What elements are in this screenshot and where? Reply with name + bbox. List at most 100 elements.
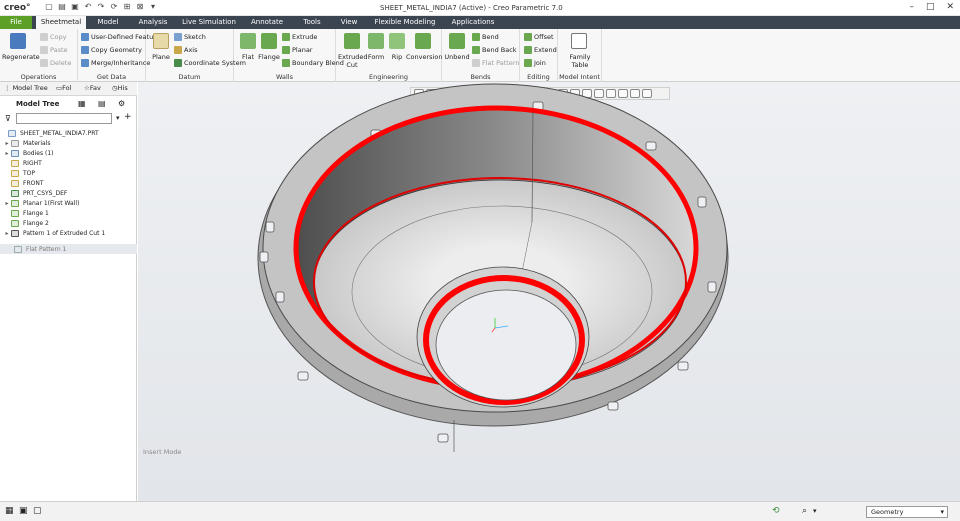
- tab-history[interactable]: ◷His: [112, 84, 128, 92]
- plane-button[interactable]: Plane: [148, 53, 174, 61]
- regen-status-icon[interactable]: ⟲: [772, 506, 780, 516]
- join-icon: [524, 59, 532, 67]
- close-icon[interactable]: ✕: [946, 2, 954, 12]
- tab-live-simulation[interactable]: Live Simulation: [180, 16, 238, 29]
- tree-expander-icon[interactable]: ▸: [3, 230, 11, 237]
- planar-button[interactable]: Planar: [282, 46, 312, 54]
- copy-button[interactable]: Copy: [40, 33, 67, 41]
- insert-here-row[interactable]: Flat Pattern 1: [0, 244, 137, 254]
- fullscreen-icon[interactable]: ▢: [33, 506, 42, 516]
- bend-button[interactable]: Bend: [472, 33, 499, 41]
- tree-item[interactable]: ▸ Materials: [0, 138, 137, 148]
- selection-filter-select[interactable]: Geometry ▾: [866, 506, 948, 518]
- regenerate-small-icon[interactable]: ⟳: [109, 2, 119, 11]
- paste-button[interactable]: Paste: [40, 46, 68, 54]
- tab-analysis[interactable]: Analysis: [132, 16, 174, 29]
- browser-icon[interactable]: ▣: [19, 506, 28, 516]
- copy-geometry-button[interactable]: Copy Geometry: [81, 46, 142, 54]
- group-operations: Regenerate Copy Paste Delete Operations: [0, 29, 78, 82]
- tab-sheetmetal[interactable]: Sheetmetal: [36, 16, 86, 29]
- tab-view[interactable]: View: [334, 16, 364, 29]
- tab-annotate[interactable]: Annotate: [244, 16, 290, 29]
- tree-item[interactable]: ▸ Pattern 1 of Extruded Cut 1: [0, 228, 137, 238]
- tree-item-label: Flange 2: [23, 219, 49, 227]
- new-file-icon[interactable]: ▢: [44, 2, 54, 11]
- tree-item[interactable]: ▸ Bodies (1): [0, 148, 137, 158]
- udf-icon: [81, 33, 89, 41]
- plane-icon: [153, 33, 169, 49]
- regenerate-button[interactable]: Regenerate: [2, 53, 40, 61]
- group-label: Datum: [178, 73, 201, 81]
- settings-icon[interactable]: ⚙: [118, 99, 125, 108]
- save-icon[interactable]: ▣: [70, 2, 80, 11]
- extrude-icon: [282, 33, 290, 41]
- tree-expander-icon[interactable]: ▸: [3, 140, 11, 147]
- delete-button[interactable]: Delete: [40, 59, 71, 67]
- tree-item[interactable]: Flange 2: [0, 218, 137, 228]
- find-icon[interactable]: ⌕: [802, 506, 807, 516]
- tab-tools[interactable]: Tools: [296, 16, 328, 29]
- conversion-button[interactable]: Conversion: [406, 53, 442, 61]
- tab-folder-browser[interactable]: ▭Fol: [56, 84, 71, 92]
- bend-back-button[interactable]: Bend Back: [472, 46, 517, 54]
- sheet-metal-part[interactable]: [138, 82, 960, 501]
- tab-file[interactable]: File: [0, 16, 32, 29]
- delete-icon: [40, 59, 48, 67]
- tree-item[interactable]: SHEET_METAL_INDIA7.PRT: [0, 128, 137, 138]
- tree-item[interactable]: RIGHT: [0, 158, 137, 168]
- tree-item[interactable]: PRT_CSYS_DEF: [0, 188, 137, 198]
- tree-expander-icon[interactable]: ▸: [3, 200, 11, 207]
- axis-button[interactable]: Axis: [174, 46, 198, 54]
- maximize-icon[interactable]: □: [926, 2, 935, 12]
- extend-button[interactable]: Extend: [524, 46, 557, 54]
- join-button[interactable]: Join: [524, 59, 546, 67]
- group-datum: Plane Sketch Axis Coordinate System Datu…: [146, 29, 246, 82]
- feature-icon: [11, 149, 19, 157]
- windows-icon[interactable]: ⊞: [122, 2, 132, 11]
- redo-icon[interactable]: ↷: [96, 2, 106, 11]
- tree-item-label: SHEET_METAL_INDIA7.PRT: [20, 129, 99, 137]
- minimize-icon[interactable]: –: [909, 2, 914, 12]
- tree-header-title: Model Tree: [16, 100, 60, 108]
- flange-button[interactable]: Flange: [257, 53, 281, 61]
- offset-button[interactable]: Offset: [524, 33, 554, 41]
- open-file-icon[interactable]: ▤: [57, 2, 67, 11]
- tab-model[interactable]: Model: [90, 16, 126, 29]
- merge-inheritance-button[interactable]: Merge/Inheritance: [81, 59, 150, 67]
- layout-icon[interactable]: ▦: [5, 506, 14, 516]
- filter-icon: ⊽: [5, 114, 11, 123]
- axis-icon: [174, 46, 182, 54]
- center-hole: [435, 289, 577, 401]
- tab-model-tree[interactable]: ⋮ Model Tree: [4, 84, 48, 92]
- tab-favorites[interactable]: ☆Fav: [84, 84, 101, 92]
- unbend-button[interactable]: Unbend: [443, 53, 471, 61]
- tree-item[interactable]: TOP: [0, 168, 137, 178]
- rip-icon: [389, 33, 405, 49]
- extrude-button[interactable]: Extrude: [282, 33, 317, 41]
- group-label: Bends: [470, 73, 491, 81]
- tab-applications[interactable]: Applications: [446, 16, 500, 29]
- insert-mode-label: Insert Mode: [143, 448, 182, 456]
- flat-pattern-button[interactable]: Flat Pattern: [472, 59, 520, 67]
- tree-item[interactable]: ▸ Planar 1(First Wall): [0, 198, 137, 208]
- family-table-button[interactable]: Family Table: [562, 53, 598, 69]
- add-icon[interactable]: +: [124, 112, 132, 122]
- group-model-intent: Family Table Model Intent: [558, 29, 602, 82]
- extruded-cut-button[interactable]: Extruded Cut: [338, 53, 368, 69]
- tab-flexible-modeling[interactable]: Flexible Modeling: [370, 16, 440, 29]
- search-dropdown-icon[interactable]: ▾: [116, 114, 120, 122]
- tree-expander-icon[interactable]: ▸: [3, 150, 11, 157]
- tree-filters-icon[interactable]: ▦: [78, 99, 86, 108]
- tree-search-input[interactable]: [16, 113, 112, 124]
- tree-item-label: Flange 1: [23, 209, 49, 217]
- find-dropdown-icon[interactable]: ▾: [813, 507, 817, 515]
- tree-item[interactable]: FRONT: [0, 178, 137, 188]
- customize-toolbar-icon[interactable]: ▾: [148, 2, 158, 11]
- close-window-icon[interactable]: ⊠: [135, 2, 145, 11]
- boundary-blend-button[interactable]: Boundary Blend: [282, 59, 344, 67]
- sketch-button[interactable]: Sketch: [174, 33, 206, 41]
- undo-icon[interactable]: ↶: [83, 2, 93, 11]
- tree-item[interactable]: Flange 1: [0, 208, 137, 218]
- show-icon[interactable]: ▤: [98, 99, 106, 108]
- graphics-viewport[interactable]: Insert Mode: [138, 82, 960, 501]
